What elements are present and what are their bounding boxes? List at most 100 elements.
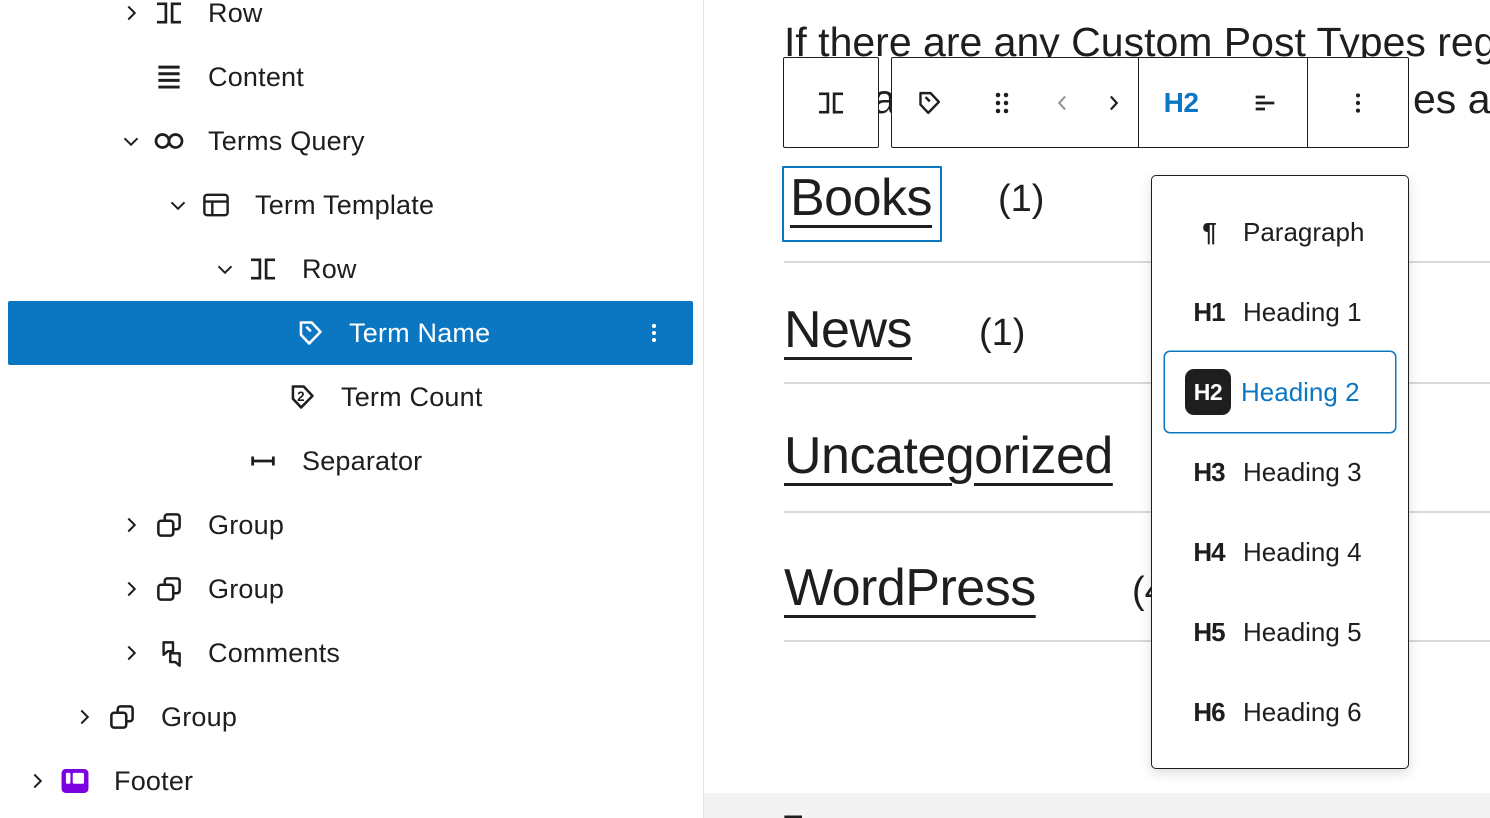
list-view-item-label: Group xyxy=(208,510,284,541)
term-count: (1) xyxy=(998,178,1044,221)
term-link-wordpress[interactable]: WordPress xyxy=(784,558,1036,618)
term-count: (1) xyxy=(979,312,1025,355)
dropdown-item-label: Heading 2 xyxy=(1241,377,1360,408)
drag-handle-icon xyxy=(986,87,1018,119)
align-text-button[interactable] xyxy=(1223,58,1307,147)
h3-icon: H3 xyxy=(1185,457,1233,488)
list-view-item-row[interactable]: Row xyxy=(0,0,703,45)
dropdown-item-heading-1[interactable]: H1 Heading 1 xyxy=(1152,272,1408,352)
chevron-spacer xyxy=(251,384,277,410)
block-switcher-button[interactable] xyxy=(892,58,966,147)
list-view-item-label: Row xyxy=(208,0,263,29)
paragraph-icon: ¶ xyxy=(1185,217,1233,248)
dropdown-item-paragraph[interactable]: ¶ Paragraph xyxy=(1152,192,1408,272)
term-name-tag-icon xyxy=(293,316,327,350)
dropdown-item-label: Heading 1 xyxy=(1243,297,1362,328)
align-text-icon xyxy=(1249,87,1281,119)
editor-canvas: If there are any Custom Post Types regi … xyxy=(703,0,1490,818)
list-view-item-content[interactable]: Content xyxy=(0,45,703,109)
term-link-news[interactable]: News xyxy=(784,300,912,360)
footer-template-part-icon xyxy=(58,764,92,798)
dropdown-item-heading-5[interactable]: H5 Heading 5 xyxy=(1152,592,1408,672)
list-view-item-label: Term Count xyxy=(341,382,483,413)
row-block-icon xyxy=(152,0,186,30)
chevron-down-icon[interactable] xyxy=(118,128,144,154)
template-block-icon xyxy=(199,188,233,222)
chevron-down-icon[interactable] xyxy=(212,256,238,282)
move-next-button[interactable] xyxy=(1088,58,1138,147)
chevron-down-icon[interactable] xyxy=(165,192,191,218)
chevron-right-icon xyxy=(1100,90,1126,116)
list-view-item-label: Group xyxy=(208,574,284,605)
list-view-item-group[interactable]: Group xyxy=(0,493,703,557)
group-block-icon xyxy=(152,508,186,542)
paragraph-text-fragment: es as xyxy=(1413,76,1490,123)
options-ellipsis-icon xyxy=(1344,89,1372,117)
h6-icon: H6 xyxy=(1185,697,1233,728)
list-view-item-label: Term Template xyxy=(255,190,434,221)
heading-level-label: H2 xyxy=(1164,87,1199,119)
list-view-item-term-count[interactable]: 2 Term Count xyxy=(0,365,703,429)
list-view-item-footer[interactable]: Footer xyxy=(0,749,703,813)
list-view-item-term-template[interactable]: Term Template xyxy=(0,173,703,237)
list-view-item-label: Group xyxy=(161,702,237,733)
dropdown-item-label: Heading 3 xyxy=(1243,457,1362,488)
list-view-item-label: Comments xyxy=(208,638,340,669)
row-block-icon xyxy=(814,86,848,120)
term-link-uncategorized[interactable]: Uncategorized xyxy=(784,426,1113,486)
list-view-item-label: Terms Query xyxy=(208,126,365,157)
select-parent-row-button[interactable] xyxy=(783,57,879,148)
drag-handle[interactable] xyxy=(966,58,1038,147)
list-view-item-label: Row xyxy=(302,254,357,285)
comments-block-icon xyxy=(152,636,186,670)
group-block-icon xyxy=(105,700,139,734)
dropdown-item-heading-3[interactable]: H3 Heading 3 xyxy=(1152,432,1408,512)
term-link-books[interactable]: Books xyxy=(790,169,932,227)
separator-block-icon xyxy=(246,444,280,478)
chevron-left-icon xyxy=(1050,90,1076,116)
list-view-item-terms-query[interactable]: Terms Query xyxy=(0,109,703,173)
chevron-spacer xyxy=(212,448,238,474)
content-block-icon xyxy=(152,60,186,94)
term-count-tag-icon: 2 xyxy=(285,380,319,414)
dropdown-item-heading-2-selected[interactable]: H2 Heading 2 xyxy=(1165,352,1395,432)
list-view-item-label: Separator xyxy=(302,446,422,477)
dropdown-item-label: Heading 5 xyxy=(1243,617,1362,648)
h2-icon: H2 xyxy=(1185,369,1231,415)
chevron-right-icon[interactable] xyxy=(24,768,50,794)
dropdown-item-heading-6[interactable]: H6 Heading 6 xyxy=(1152,672,1408,752)
heading-level-button[interactable]: H2 xyxy=(1139,58,1223,147)
list-view-item-group[interactable]: Group xyxy=(0,685,703,749)
h4-icon: H4 xyxy=(1185,537,1233,568)
tag-icon xyxy=(913,87,945,119)
list-view-panel: Row Content Terms Query Term Template Ro… xyxy=(0,0,703,818)
list-view-item-group[interactable]: Group xyxy=(0,557,703,621)
list-view-item-comments[interactable]: Comments xyxy=(0,621,703,685)
dropdown-item-label: Heading 6 xyxy=(1243,697,1362,728)
move-previous-button[interactable] xyxy=(1038,58,1088,147)
chevron-right-icon[interactable] xyxy=(118,640,144,666)
svg-text:2: 2 xyxy=(297,389,304,404)
h5-icon: H5 xyxy=(1185,617,1233,648)
toolbar-group-more xyxy=(1307,58,1408,147)
h1-icon: H1 xyxy=(1185,297,1233,328)
row-block-icon xyxy=(246,252,280,286)
toolbar-group-block xyxy=(892,58,1138,147)
chevron-right-icon[interactable] xyxy=(118,576,144,602)
group-block-icon xyxy=(152,572,186,606)
chevron-right-icon[interactable] xyxy=(71,704,97,730)
list-view-item-label: Footer xyxy=(114,766,193,797)
options-ellipsis-icon[interactable] xyxy=(641,320,667,346)
dropdown-item-heading-4[interactable]: H4 Heading 4 xyxy=(1152,512,1408,592)
toolbar-group-format: H2 xyxy=(1138,58,1307,147)
selected-term-block-outline: Books xyxy=(782,166,942,242)
chevron-right-icon[interactable] xyxy=(118,0,144,26)
heading-level-dropdown: ¶ Paragraph H1 Heading 1 H2 Heading 2 H3… xyxy=(1151,175,1409,769)
chevron-spacer xyxy=(259,320,285,346)
list-view-item-term-name-selected[interactable]: Term Name xyxy=(8,301,693,365)
list-view-item-separator[interactable]: Separator xyxy=(0,429,703,493)
chevron-right-icon[interactable] xyxy=(118,512,144,538)
list-view-item-row-inner[interactable]: Row xyxy=(0,237,703,301)
options-button[interactable] xyxy=(1308,58,1408,147)
chevron-spacer xyxy=(118,64,144,90)
